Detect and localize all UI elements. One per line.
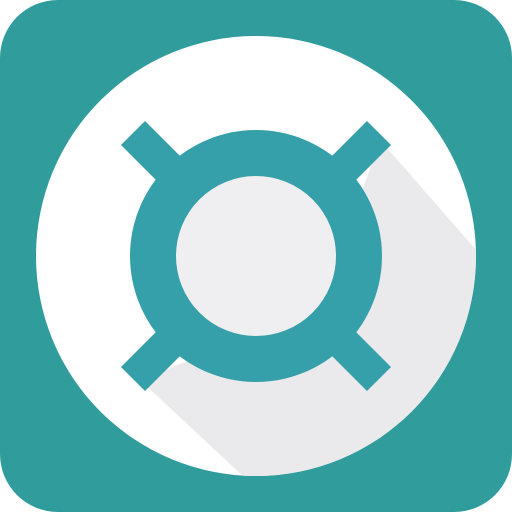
currency-sign-icon — [120, 120, 392, 392]
app-icon[interactable] — [0, 0, 512, 512]
app-icon-canvas — [0, 0, 512, 512]
icon-ring — [130, 130, 382, 382]
